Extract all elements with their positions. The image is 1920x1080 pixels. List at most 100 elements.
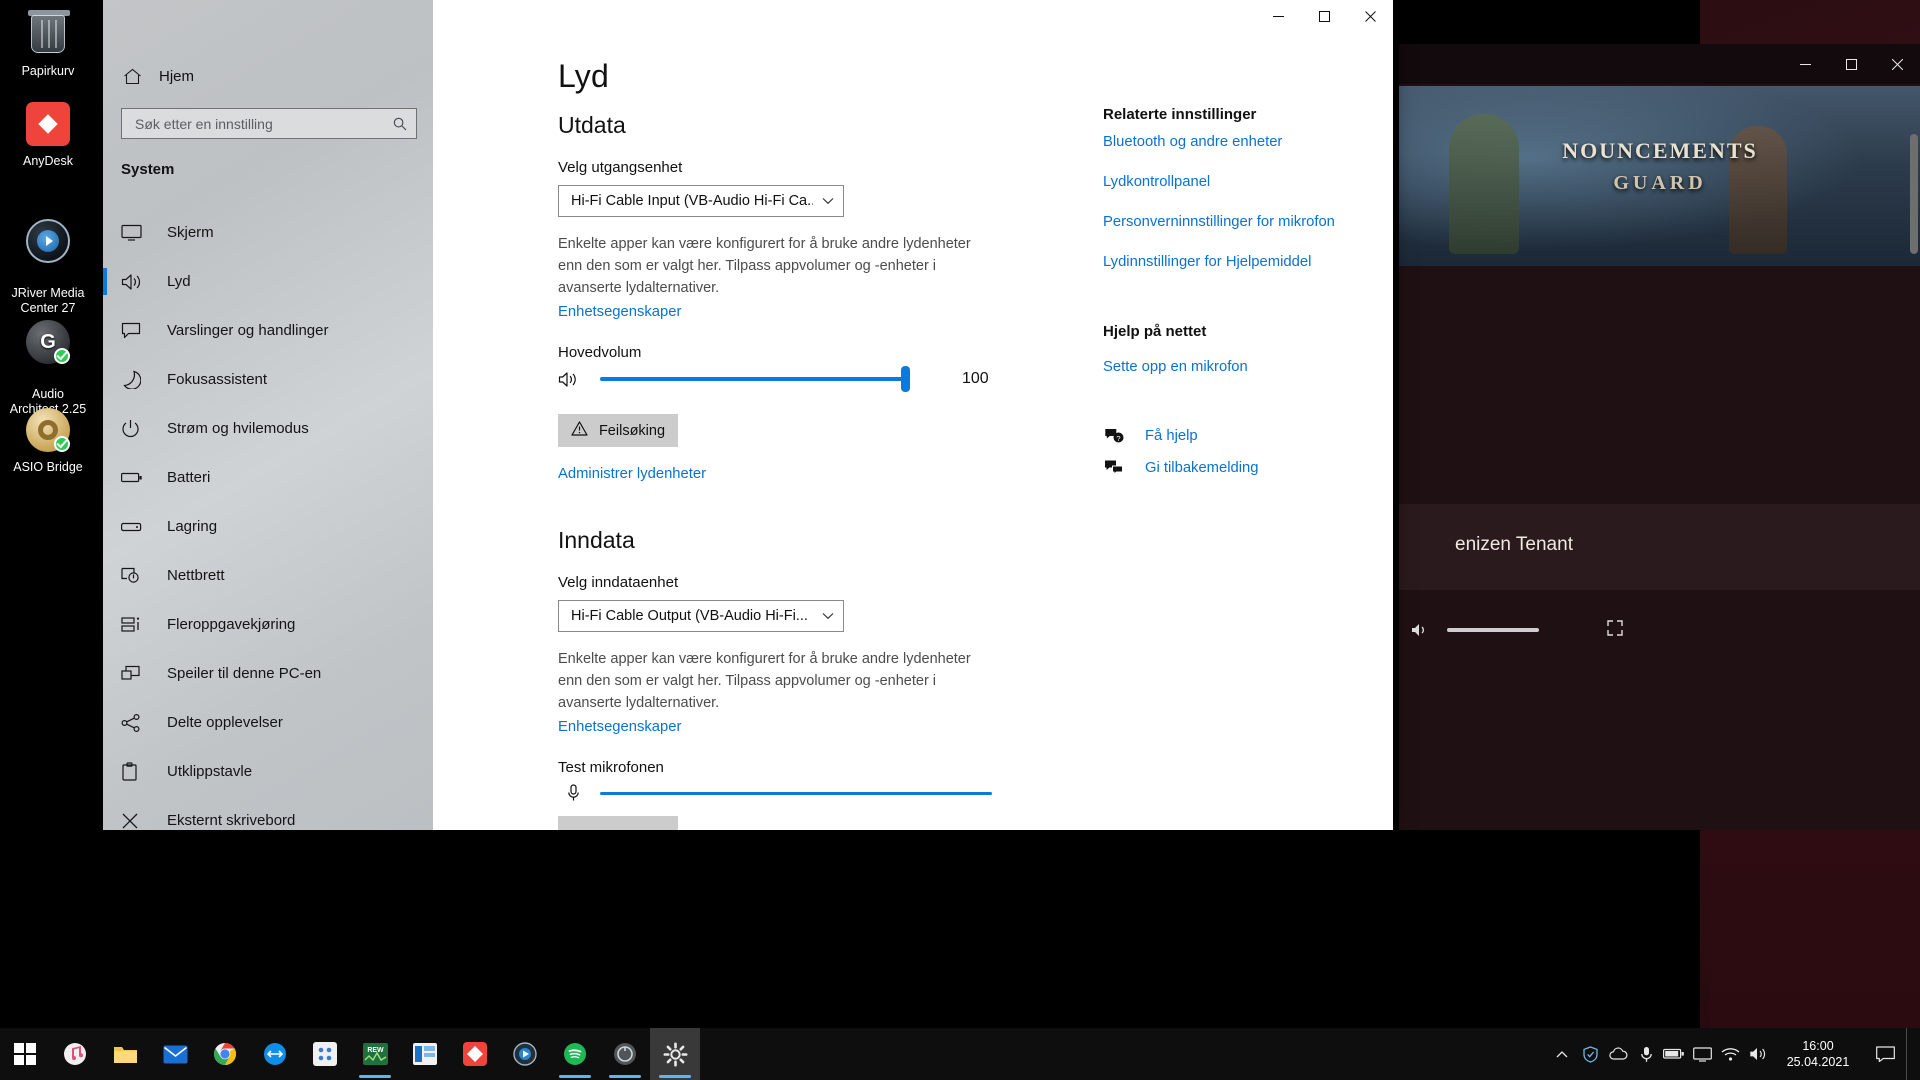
speaker-icon — [121, 273, 151, 291]
master-volume-slider[interactable] — [600, 377, 910, 381]
sidebar-nav-list: Skjerm Lyd Varslinger og handlinger — [103, 208, 433, 830]
taskbar-item-file-explorer[interactable] — [100, 1028, 150, 1080]
slider-thumb[interactable] — [901, 366, 910, 392]
windows-start-icon[interactable] — [0, 1028, 50, 1080]
status-check-badge — [54, 436, 70, 452]
sidebar-item-utklippstavle[interactable]: Utklippstavle — [103, 747, 433, 796]
sidebar-item-nettbrett[interactable]: Nettbrett — [103, 551, 433, 600]
maximize-icon[interactable] — [1301, 0, 1347, 32]
cloud-icon[interactable] — [1604, 1028, 1632, 1080]
shared-icon — [121, 714, 151, 732]
taskbar-item-audio-architect[interactable] — [600, 1028, 650, 1080]
speaker-icon[interactable] — [1744, 1028, 1772, 1080]
sidebar-group-title: System — [121, 161, 174, 178]
output-section-heading: Utdata — [558, 112, 626, 139]
taskbar-item-settings[interactable] — [650, 1028, 700, 1080]
shield-icon[interactable] — [1576, 1028, 1604, 1080]
taskbar-item-app-blue[interactable] — [400, 1028, 450, 1080]
sidebar-item-eksternt-skrivebord[interactable]: Eksternt skrivebord — [103, 796, 433, 830]
related-link-bluetooth[interactable]: Bluetooth og andre enheter — [1103, 134, 1282, 150]
sidebar-item-lagring[interactable]: Lagring — [103, 502, 433, 551]
taskbar-clock[interactable]: 16:00 25.04.2021 — [1772, 1028, 1864, 1080]
related-settings-heading: Relaterte innstillinger — [1103, 106, 1256, 123]
give-feedback-link[interactable]: Gi tilbakemelding — [1103, 459, 1259, 476]
fullscreen-icon[interactable] — [1607, 620, 1623, 641]
input-device-select[interactable]: Hi-Fi Cable Output (VB-Audio Hi-Fi... — [558, 600, 844, 632]
input-troubleshoot-button[interactable] — [558, 816, 678, 830]
background-game-window[interactable]: NOUNCEMENTS GUARD enizen Tenant — [1398, 44, 1920, 830]
taskbar-item-spotify[interactable] — [550, 1028, 600, 1080]
sidebar-item-varslinger[interactable]: Varslinger og handlinger — [103, 306, 433, 355]
taskbar-item-mail[interactable] — [150, 1028, 200, 1080]
sidebar-item-label: Utklippstavle — [151, 763, 252, 780]
game-volume-slider[interactable] — [1447, 628, 1539, 632]
output-device-properties-link[interactable]: Enhetsegenskaper — [558, 304, 681, 320]
get-help-label: Få hjelp — [1145, 428, 1198, 444]
display-icon[interactable] — [1688, 1028, 1716, 1080]
troubleshoot-button[interactable]: Feilsøking — [558, 414, 678, 447]
related-link-microphone-privacy[interactable]: Personverninnstillinger for mikrofon — [1103, 214, 1335, 230]
game-minimize-button[interactable] — [1782, 44, 1828, 84]
sidebar-item-strom[interactable]: Strøm og hvilemodus — [103, 404, 433, 453]
warning-icon — [571, 421, 588, 440]
master-volume-value: 100 — [962, 370, 989, 388]
desktop-icon-recycle-bin[interactable]: Papirkurv — [0, 10, 96, 79]
sidebar-item-home[interactable]: Hjem — [103, 58, 433, 94]
output-device-select[interactable]: Hi-Fi Cable Input (VB-Audio Hi-Fi Ca... — [558, 185, 844, 217]
sidebar-item-label: Lyd — [151, 273, 191, 290]
sidebar-home-label: Hjem — [159, 68, 194, 85]
screen: Papirkurv AnyDesk JRiver Media Center 27… — [0, 0, 1920, 1080]
network-icon[interactable] — [1716, 1028, 1744, 1080]
sidebar-item-delte-opplevelser[interactable]: Delte opplevelser — [103, 698, 433, 747]
desktop-icon-asio-bridge[interactable]: ASIO Bridge — [0, 406, 96, 475]
multitask-icon — [121, 616, 151, 634]
taskbar-item-dante[interactable] — [300, 1028, 350, 1080]
chevron-up-icon[interactable] — [1548, 1028, 1576, 1080]
close-icon[interactable] — [1347, 0, 1393, 32]
manage-sound-devices-link[interactable]: Administrer lydenheter — [558, 466, 706, 482]
microphone-level-bar — [600, 792, 992, 795]
speaker-icon[interactable] — [558, 371, 588, 388]
related-link-sound-control-panel[interactable]: Lydkontrollpanel — [1103, 174, 1210, 190]
taskbar-item-chrome[interactable] — [200, 1028, 250, 1080]
action-center-icon[interactable] — [1864, 1028, 1906, 1080]
search-icon[interactable] — [384, 109, 416, 138]
taskbar-item-itunes[interactable] — [50, 1028, 100, 1080]
taskbar-item-teamviewer[interactable] — [250, 1028, 300, 1080]
show-desktop-button[interactable] — [1906, 1028, 1916, 1080]
taskbar-item-rew[interactable]: REW — [350, 1028, 400, 1080]
taskbar-item-jriver[interactable] — [500, 1028, 550, 1080]
sidebar-item-label: Varslinger og handlinger — [151, 322, 329, 339]
taskbar-item-anydesk[interactable] — [450, 1028, 500, 1080]
sidebar-item-speiler[interactable]: Speiler til denne PC-en — [103, 649, 433, 698]
battery-icon[interactable] — [1660, 1028, 1688, 1080]
storage-icon — [121, 521, 151, 533]
search-input[interactable]: Søk etter en innstilling — [121, 108, 417, 139]
input-device-properties-link[interactable]: Enhetsegenskaper — [558, 719, 681, 735]
game-content-panel: enizen Tenant — [1399, 504, 1920, 590]
sidebar-item-batteri[interactable]: Batteri — [103, 453, 433, 502]
game-maximize-button[interactable] — [1828, 44, 1874, 84]
clipboard-icon — [121, 762, 151, 781]
microphone-icon[interactable] — [1632, 1028, 1660, 1080]
sidebar-item-fleroppgavekjoring[interactable]: Fleroppgavekjøring — [103, 600, 433, 649]
status-check-badge — [54, 348, 70, 364]
settings-content: Lyd Utdata Velg utgangsenhet Hi-Fi Cable… — [433, 32, 1393, 830]
sidebar-item-fokusassistent[interactable]: Fokusassistent — [103, 355, 433, 404]
sidebar-item-skjerm[interactable]: Skjerm — [103, 208, 433, 257]
jriver-icon — [24, 217, 72, 265]
battery-icon — [121, 471, 151, 484]
game-window-titlebar — [1399, 44, 1920, 84]
game-window-scrollbar[interactable] — [1910, 134, 1918, 254]
related-link-ease-of-access-audio[interactable]: Lydinnstillinger for Hjelpemiddel — [1103, 254, 1311, 270]
music-note-icon — [62, 1041, 88, 1067]
online-help-heading: Hjelp på nettet — [1103, 323, 1206, 340]
minimize-icon[interactable] — [1255, 0, 1301, 32]
game-close-button[interactable] — [1874, 44, 1920, 84]
help-link-setup-microphone[interactable]: Sette opp en mikrofon — [1103, 359, 1248, 375]
desktop-icon-label: ASIO Bridge — [0, 460, 96, 475]
get-help-link[interactable]: ? Få hjelp — [1103, 427, 1198, 444]
speaker-icon[interactable] — [1405, 622, 1435, 638]
sidebar-item-lyd[interactable]: Lyd — [103, 257, 433, 306]
desktop-icon-anydesk[interactable]: AnyDesk — [0, 100, 96, 169]
